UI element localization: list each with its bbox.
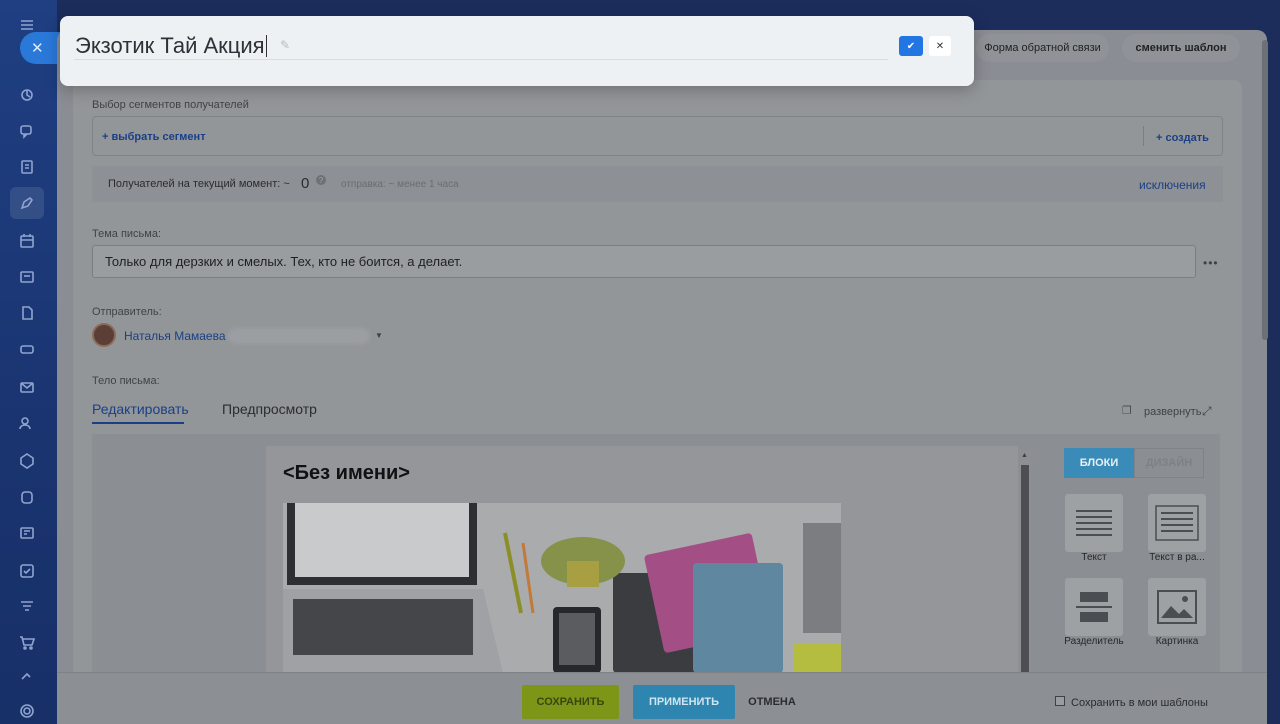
block-text[interactable] xyxy=(1065,494,1123,552)
cancel-button[interactable]: ОТМЕНА xyxy=(744,685,800,719)
apply-button[interactable]: ПРИМЕНИТЬ xyxy=(633,685,735,719)
sender-name[interactable]: Наталья Мамаева xyxy=(124,329,226,343)
scroll-up-icon[interactable]: ▲ xyxy=(1021,452,1028,459)
contact-center-icon[interactable] xyxy=(16,266,38,288)
recipients-count: 0 xyxy=(301,175,310,192)
confirm-title-button[interactable]: ✔ xyxy=(899,36,923,56)
file-icon[interactable] xyxy=(16,302,38,324)
calendar-icon[interactable] xyxy=(16,230,38,252)
sender-avatar xyxy=(92,323,116,347)
desk-photo xyxy=(283,503,841,673)
segments-box xyxy=(92,116,1223,156)
segments-divider xyxy=(1143,126,1144,146)
feedback-form-button[interactable]: Форма обратной связи xyxy=(976,34,1109,62)
cart-icon[interactable] xyxy=(16,632,38,654)
checkmark-icon: ✔ xyxy=(906,40,916,52)
automation-icon[interactable] xyxy=(16,664,38,686)
tab-edit-underline xyxy=(92,422,184,424)
exclusions-link[interactable]: исключения xyxy=(1139,178,1206,192)
pencil-icon: ✎ xyxy=(280,38,291,52)
app-sidebar xyxy=(0,0,57,724)
close-icon: ✕ xyxy=(31,40,44,57)
block-image[interactable] xyxy=(1148,578,1206,636)
document-icon[interactable] xyxy=(16,156,38,178)
letter-title[interactable]: <Без имени> xyxy=(283,462,410,485)
settings-icon[interactable] xyxy=(16,700,38,722)
close-icon: ✕ xyxy=(935,40,945,52)
change-template-button[interactable]: сменить шаблон xyxy=(1122,34,1240,62)
block-divider[interactable] xyxy=(1065,578,1123,636)
more-icon[interactable]: ••• xyxy=(1203,256,1219,270)
tab-edit[interactable]: Редактировать xyxy=(92,401,189,417)
tasks-icon[interactable] xyxy=(16,560,38,582)
chevron-down-icon[interactable]: ▼ xyxy=(375,331,383,340)
title-input[interactable]: Экзотик Тай Акция xyxy=(74,32,888,60)
save-template-checkbox[interactable] xyxy=(1055,696,1065,706)
image-block-icon xyxy=(1157,590,1197,624)
help-icon[interactable]: ? xyxy=(316,175,326,185)
hexagon-icon[interactable] xyxy=(16,450,38,472)
title-input-value: Экзотик Тай Акция xyxy=(75,32,265,58)
sender-email-blurred xyxy=(228,328,370,344)
create-segment-link[interactable]: + создать xyxy=(1156,132,1209,144)
funnel-icon[interactable] xyxy=(16,596,38,618)
segments-label: Выбор сегментов получателей xyxy=(92,99,249,111)
tab-preview[interactable]: Предпросмотр xyxy=(222,401,317,417)
clipboard-icon[interactable] xyxy=(16,486,38,508)
text-block-icon xyxy=(1076,510,1112,536)
drive-icon[interactable] xyxy=(16,338,38,360)
tab-design[interactable]: ДИЗАЙН xyxy=(1134,448,1204,478)
subject-label: Тема письма: xyxy=(92,228,162,240)
text-caret xyxy=(265,34,267,57)
expand-icon[interactable]: ⤢ xyxy=(1202,404,1212,419)
block-image-label: Картинка xyxy=(1155,636,1199,647)
send-time-text: отправка: ~ менее 1 часа xyxy=(341,179,459,190)
chat-icon[interactable] xyxy=(16,120,38,142)
save-template-label: Сохранить в мои шаблоны xyxy=(1071,697,1208,709)
mail-icon[interactable] xyxy=(16,376,38,398)
block-text-framed-label: Текст в ра... xyxy=(1149,552,1205,563)
block-text-framed[interactable] xyxy=(1148,494,1206,552)
text-frame-block-icon xyxy=(1155,505,1199,541)
block-text-label: Текст xyxy=(1081,552,1107,563)
block-divider-label: Разделитель xyxy=(1064,636,1124,647)
select-segment-link[interactable]: + выбрать сегмент xyxy=(102,131,206,143)
page-scrollbar[interactable] xyxy=(1262,40,1268,340)
expand-label[interactable]: развернуть xyxy=(1144,406,1201,418)
copy-icon[interactable]: ❐ xyxy=(1122,404,1132,417)
tab-blocks[interactable]: БЛОКИ xyxy=(1064,448,1134,478)
subject-input[interactable]: Только для дерзких и смелых. Тех, кто не… xyxy=(92,245,1196,278)
sender-label: Отправитель: xyxy=(92,306,162,318)
marketing-icon[interactable] xyxy=(10,187,44,219)
users-icon[interactable] xyxy=(16,412,38,434)
divider-block-icon xyxy=(1076,592,1112,622)
recipients-label: Получателей на текущий момент: ~ xyxy=(108,178,290,190)
activity-icon[interactable] xyxy=(16,84,38,106)
title-edit-popup: Экзотик Тай Акция ✎ ✔ ✕ xyxy=(60,16,974,86)
save-button[interactable]: СОХРАНИТЬ xyxy=(522,685,619,719)
editor-scroll-thumb[interactable] xyxy=(1021,465,1029,674)
sites-icon[interactable] xyxy=(16,522,38,544)
body-label: Тело письма: xyxy=(92,375,160,387)
cancel-title-button[interactable]: ✕ xyxy=(929,36,951,56)
